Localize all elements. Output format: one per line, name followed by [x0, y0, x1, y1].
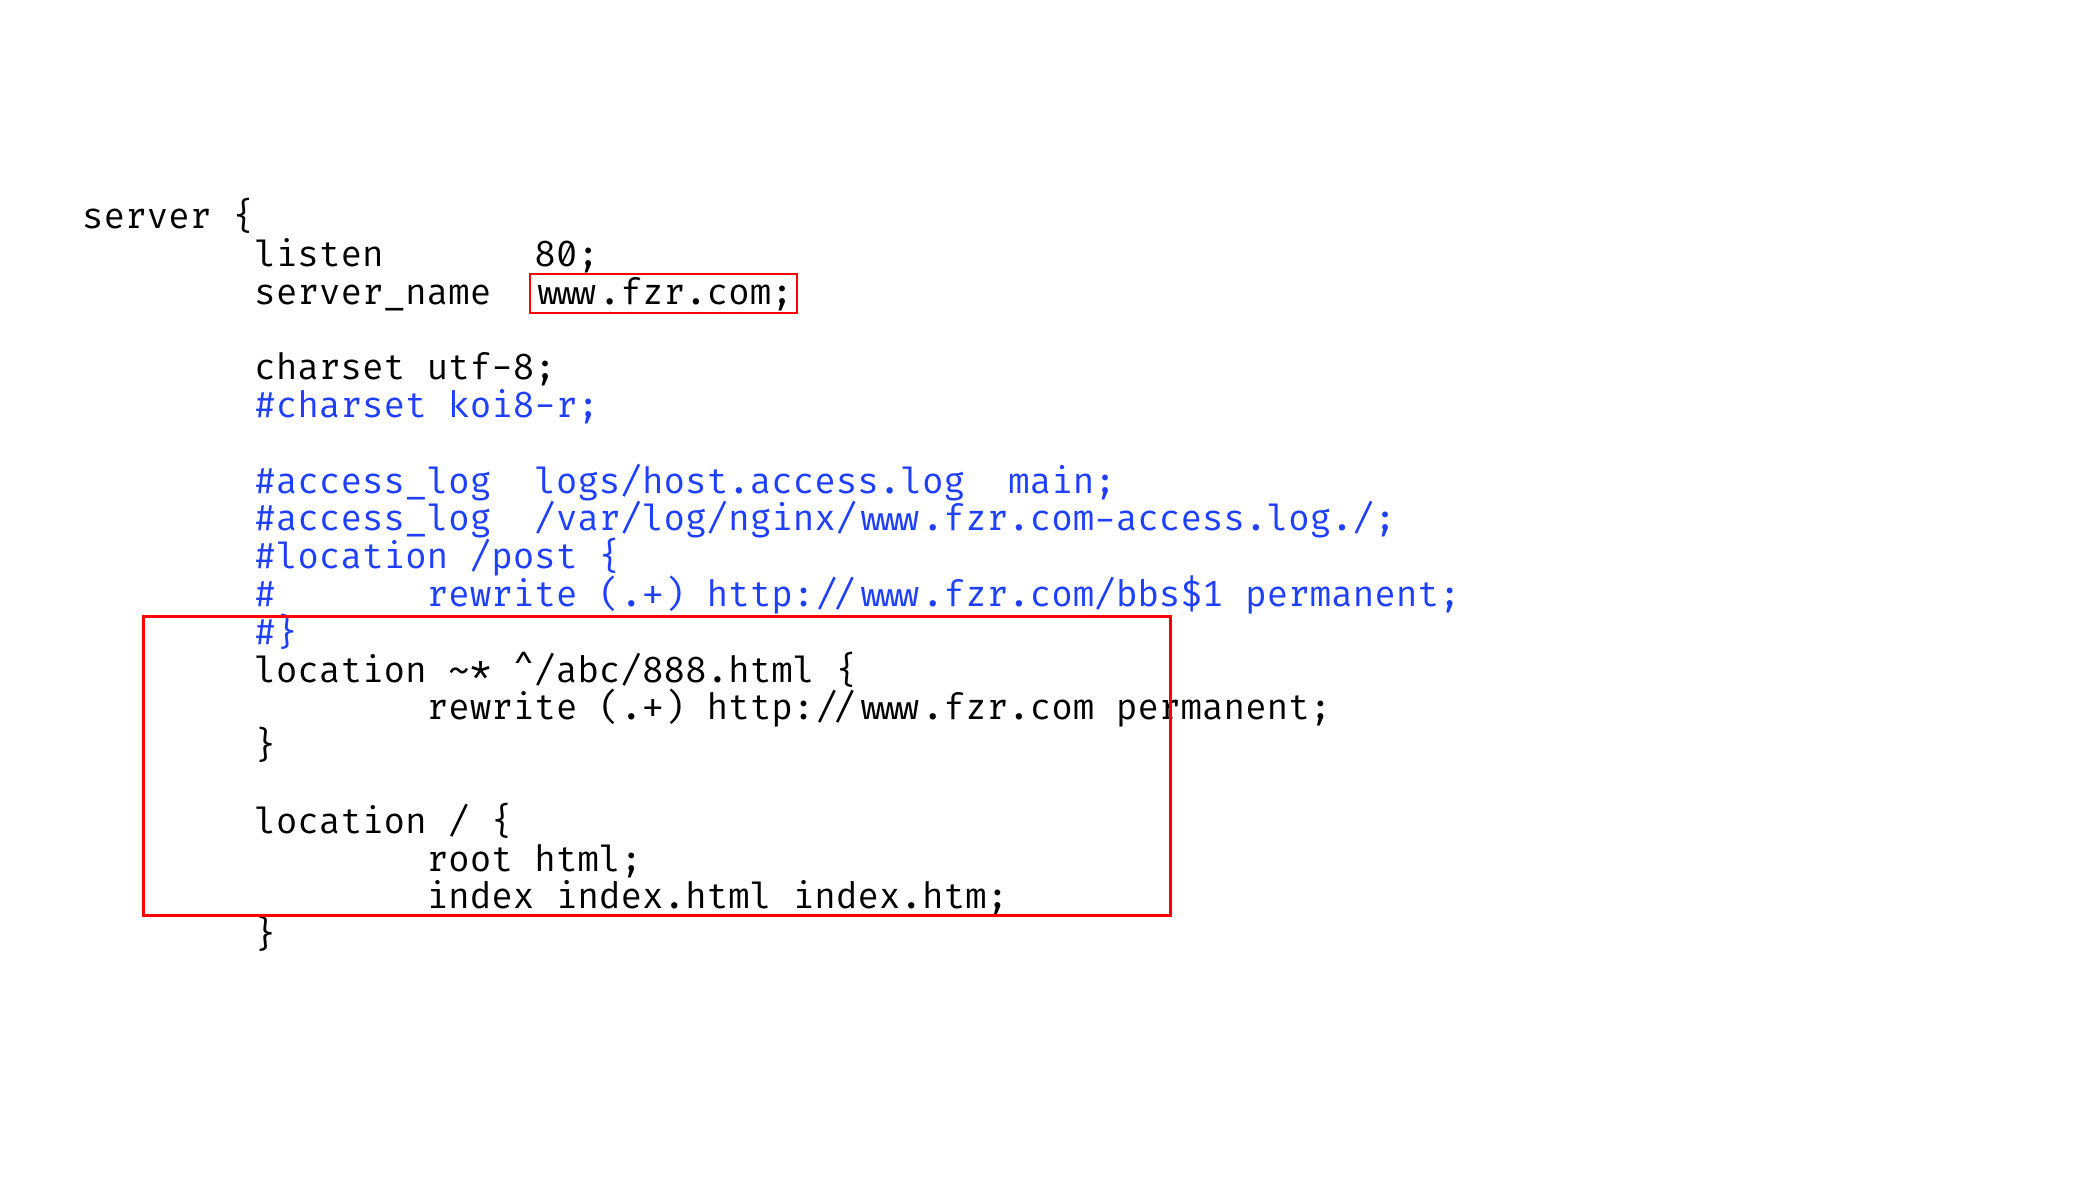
server-name-value: www.fzr.com;: [534, 272, 792, 315]
code-line: location ~* ^/abc/888.html {: [82, 650, 857, 693]
comment-line: # rewrite (.+) http://www.fzr.com/bbs$1 …: [82, 574, 1460, 617]
code-line: location / {: [82, 801, 513, 844]
code-line: rewrite (.+) http://www.fzr.com permanen…: [82, 687, 1331, 730]
code-line: }: [82, 725, 276, 768]
highlight-box-servername: www.fzr.com;: [529, 273, 797, 315]
code-line: charset utf-8;: [82, 347, 556, 390]
code-line: listen 80;: [82, 234, 599, 277]
code-line: index index.html index.htm;: [82, 876, 1008, 919]
code-line: }: [82, 914, 276, 957]
code-block: server { listen 80; server_name www.fzr.…: [82, 161, 2076, 993]
comment-line: #location /post {: [82, 536, 620, 579]
comment-line: #access_log /var/log/nginx/www.fzr.com-a…: [82, 498, 1396, 541]
comment-line: #}: [82, 612, 297, 655]
comment-line: #access_log logs/host.access.log main;: [82, 461, 1116, 504]
code-line-part: server_name: [82, 272, 534, 315]
comment-line: #charset koi8-r;: [82, 385, 599, 428]
code-line: server {: [82, 196, 254, 239]
code-line: root html;: [82, 839, 642, 882]
